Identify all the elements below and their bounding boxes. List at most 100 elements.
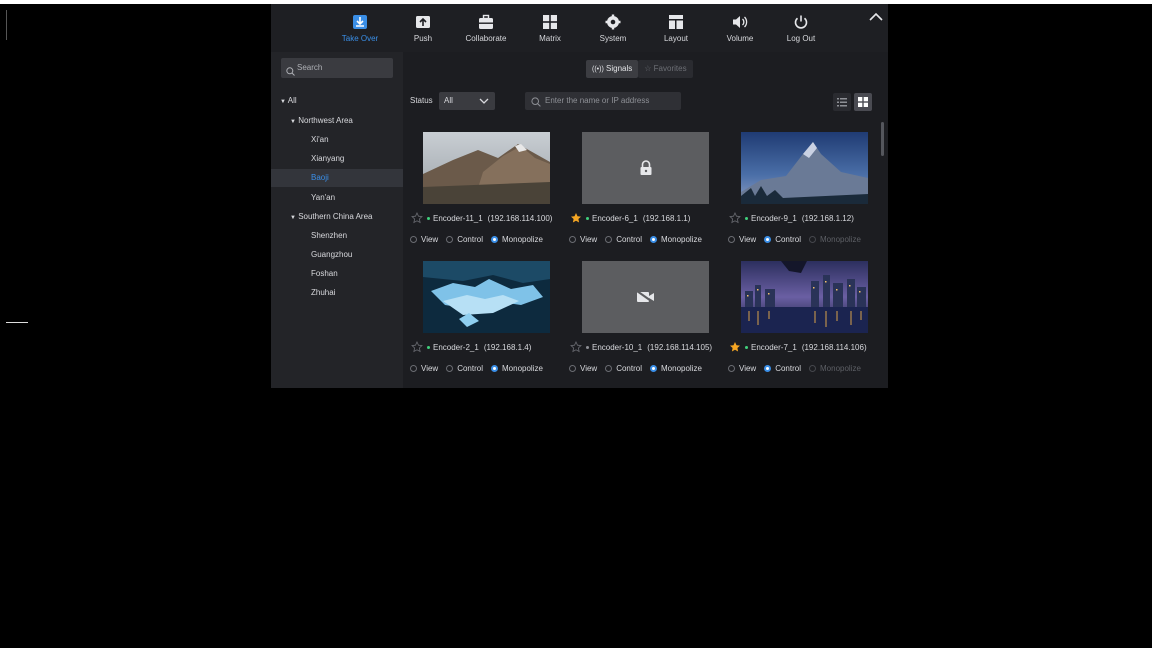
encoder-name: Encoder-9_1: [751, 213, 797, 223]
radio-label: View: [739, 234, 757, 244]
layout-button[interactable]: Layout: [648, 10, 704, 50]
name-ip-search-input[interactable]: Enter the name or IP address: [525, 92, 681, 110]
encoder-ip: (192.168.114.106): [801, 342, 867, 352]
encoder-card[interactable]: Encoder-9_1 (192.168.1.12) View Control …: [721, 132, 871, 254]
encoder-card[interactable]: Encoder-7_1 (192.168.114.106) View Contr…: [721, 261, 871, 383]
view-radio[interactable]: View: [728, 235, 756, 244]
star-filled-icon[interactable]: [570, 212, 582, 224]
tree-item-xian[interactable]: Xi'an: [271, 131, 403, 149]
control-radio[interactable]: Control: [605, 235, 642, 244]
star-outline-icon[interactable]: [729, 212, 741, 224]
take-over-button[interactable]: Take Over: [332, 10, 388, 50]
encoder-card[interactable]: Encoder-11_1 (192.168.114.100) View Cont…: [403, 132, 553, 254]
star-outline-icon[interactable]: [411, 212, 423, 224]
encoder-ip: (192.168.1.12): [801, 213, 854, 223]
matrix-button[interactable]: Matrix: [522, 10, 578, 50]
monopolize-radio[interactable]: Monopolize: [650, 235, 702, 244]
tree-item-foshan[interactable]: Foshan: [271, 265, 403, 283]
scrollbar[interactable]: [881, 122, 884, 156]
status-select[interactable]: All: [439, 92, 495, 110]
radio-label: Monopolize: [820, 363, 861, 373]
encoder-name: Encoder-10_1: [592, 342, 643, 352]
log-out-button[interactable]: Log Out: [773, 10, 829, 50]
tree-item-baoji[interactable]: Baoji: [271, 169, 403, 187]
encoder-ip: (192.168.1.1): [642, 213, 691, 223]
encoder-thumbnail[interactable]: [741, 261, 868, 333]
view-radio[interactable]: View: [569, 235, 597, 244]
monopolize-radio[interactable]: Monopolize: [491, 235, 543, 244]
encoder-meta: Encoder-7_1 (192.168.114.106): [729, 340, 879, 354]
system-button[interactable]: System: [585, 10, 641, 50]
encoder-card[interactable]: Encoder-2_1 (192.168.1.4) View Control M…: [403, 261, 553, 383]
star-outline-icon[interactable]: [570, 341, 582, 353]
push-button[interactable]: Push: [395, 10, 451, 50]
search-icon: [286, 64, 295, 84]
encoder-thumbnail[interactable]: [582, 261, 709, 333]
encoder-thumbnail[interactable]: [423, 132, 550, 204]
mode-options: View Control Monopolize: [569, 233, 729, 245]
tree-item-guangzhou[interactable]: Guangzhou: [271, 246, 403, 264]
view-radio[interactable]: View: [410, 364, 438, 373]
encoder-thumbnail[interactable]: [582, 132, 709, 204]
encoder-ip: (192.168.114.100): [487, 213, 553, 223]
radio-label: Control: [775, 234, 801, 244]
radio-label: Control: [616, 234, 642, 244]
radio-label: View: [580, 234, 598, 244]
encoder-card[interactable]: Encoder-10_1 (192.168.114.105) View Cont…: [562, 261, 712, 383]
caret-down-icon: ▼: [290, 119, 296, 125]
tree-item-xianyang[interactable]: Xianyang: [271, 150, 403, 168]
collaborate-button[interactable]: Collaborate: [458, 10, 514, 50]
online-dot: [745, 216, 748, 220]
control-radio[interactable]: Control: [446, 235, 483, 244]
view-radio[interactable]: View: [569, 364, 597, 373]
monopolize-radio: Monopolize: [809, 364, 861, 373]
tab-signals[interactable]: ((•)) Signals: [586, 60, 639, 78]
tree-item-label: Zhuhai: [311, 288, 336, 297]
encoder-card[interactable]: Encoder-6_1 (192.168.1.1) View Control M…: [562, 132, 712, 254]
control-radio[interactable]: Control: [764, 364, 801, 373]
chevron-down-icon: [479, 92, 489, 110]
view-radio[interactable]: View: [410, 235, 438, 244]
tree-item-southern-china-area[interactable]: ▼ Southern China Area: [271, 208, 403, 226]
list-view-button[interactable]: [833, 93, 851, 111]
control-radio[interactable]: Control: [605, 364, 642, 373]
tree-item-label: Xianyang: [311, 154, 345, 163]
tree-item-label: Baoji: [311, 173, 329, 182]
monopolize-radio: Monopolize: [809, 235, 861, 244]
sidebar-search-input[interactable]: Search: [281, 58, 393, 78]
push-icon: [415, 14, 431, 30]
grid-view-button[interactable]: [854, 93, 872, 111]
mode-options: View Control Monopolize: [410, 233, 570, 245]
encoder-meta: Encoder-11_1 (192.168.114.100): [411, 211, 561, 225]
volume-button[interactable]: Volume: [712, 10, 768, 50]
encoder-name: Encoder-2_1: [433, 342, 479, 352]
tool-label: Layout: [663, 34, 689, 43]
control-radio[interactable]: Control: [446, 364, 483, 373]
encoder-meta: Encoder-9_1 (192.168.1.12): [729, 211, 879, 225]
view-radio[interactable]: View: [728, 364, 756, 373]
tree-item-yanan[interactable]: Yan'an: [271, 189, 403, 207]
tree-item-shenzhen[interactable]: Shenzhen: [271, 227, 403, 245]
tree-item-zhuhai[interactable]: Zhuhai: [271, 284, 403, 302]
star-filled-icon[interactable]: [729, 341, 741, 353]
encoder-thumbnail[interactable]: [741, 132, 868, 204]
tree-item-northwest-area[interactable]: ▼ Northwest Area: [271, 112, 403, 130]
monopolize-radio[interactable]: Monopolize: [650, 364, 702, 373]
radio-label: View: [421, 363, 439, 373]
mode-options: View Control Monopolize: [410, 362, 570, 374]
star-outline-icon[interactable]: [411, 341, 423, 353]
tab-favorites[interactable]: ☆ Favorites: [638, 60, 693, 78]
encoder-thumbnail[interactable]: [423, 261, 550, 333]
radio-label: Control: [616, 363, 642, 373]
collapse-toolbar-button[interactable]: [869, 10, 883, 21]
tree-item-label: Shenzhen: [311, 231, 348, 240]
tree-item-all[interactable]: ▼ All: [271, 92, 403, 110]
monopolize-radio[interactable]: Monopolize: [491, 364, 543, 373]
tool-label: Push: [413, 34, 433, 43]
tab-label: Favorites: [653, 64, 687, 73]
online-dot: [427, 345, 430, 349]
lock-icon: [640, 160, 651, 175]
search-icon: [531, 96, 541, 114]
control-radio[interactable]: Control: [764, 235, 801, 244]
online-dot: [586, 216, 589, 220]
